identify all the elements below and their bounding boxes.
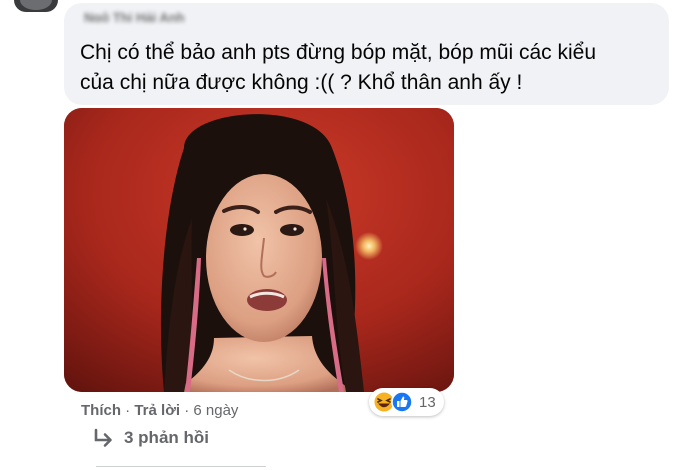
photo-illustration	[64, 108, 454, 392]
avatar[interactable]	[14, 0, 58, 12]
view-replies-link[interactable]: 3 phản hồi	[92, 428, 209, 448]
timestamp[interactable]: 6 ngày	[193, 402, 238, 419]
action-separator: ·	[184, 402, 190, 419]
like-icon	[391, 391, 413, 413]
action-separator: ·	[125, 402, 131, 419]
background-light	[355, 232, 383, 260]
comment-attached-photo[interactable]	[64, 108, 454, 392]
comment-author-name[interactable]: Ngô Thị Hải Anh	[84, 10, 244, 22]
reply-arrow-icon	[94, 428, 112, 447]
divider	[96, 466, 266, 467]
replies-label: 3 phản hồi	[124, 428, 209, 447]
reply-link[interactable]: Trả lời	[134, 402, 180, 419]
comment-actions: Thích · Trả lời · 6 ngày	[81, 402, 238, 422]
comment-text: Chị có thể bảo anh pts đừng bóp mặt, bóp…	[80, 41, 597, 94]
reaction-count: 13	[419, 393, 436, 411]
like-link[interactable]: Thích	[81, 402, 121, 419]
reaction-summary[interactable]: 13	[369, 388, 444, 416]
